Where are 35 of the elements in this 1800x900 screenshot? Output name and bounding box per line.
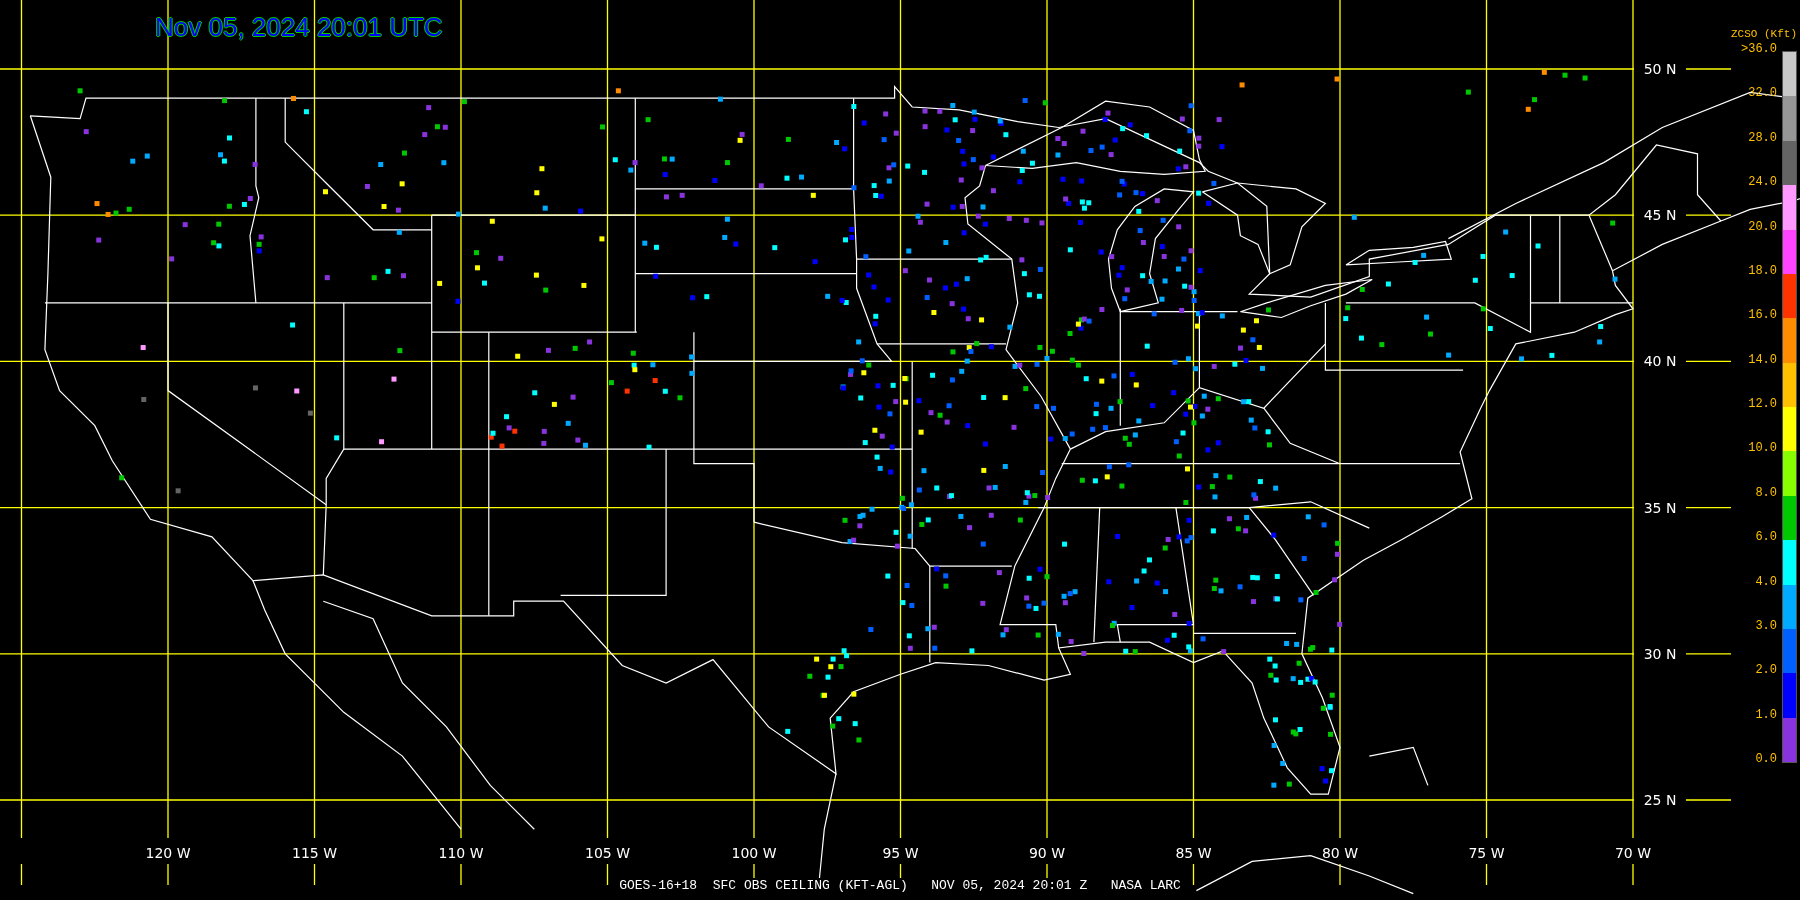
legend-value-label: 1.0 (1755, 707, 1777, 722)
legend-value-label: 16.0 (1748, 308, 1777, 323)
legend-value-label: 24.0 (1748, 175, 1777, 190)
latitude-label: 50 N (1643, 61, 1677, 77)
legend-value-label: 18.0 (1748, 263, 1777, 278)
legend-value-label: 12.0 (1748, 397, 1777, 411)
latitude-label: 25 N (1643, 792, 1677, 808)
latitude-label: 30 N (1643, 645, 1677, 662)
legend-value-label: 6.0 (1755, 530, 1777, 545)
longitude-label: 115 W (292, 845, 337, 861)
latitude-label: 40 N (1643, 353, 1677, 370)
latitude-label: 35 N (1643, 499, 1677, 516)
longitude-label: 95 W (882, 845, 919, 861)
legend-value-label: 0.0 (1755, 752, 1777, 766)
longitude-label: 105 W (585, 845, 630, 861)
legend-value-label: 3.0 (1755, 618, 1777, 633)
longitude-label: 110 W (438, 845, 484, 861)
legend-title: ZCSO (Kft) (1731, 27, 1797, 41)
longitude-label: 120 W (145, 845, 191, 861)
longitude-label: 90 W (1028, 845, 1066, 861)
legend-value-label: 4.0 (1755, 574, 1777, 589)
legend-value-label: 20.0 (1748, 219, 1777, 234)
longitude-label: 80 W (1321, 845, 1359, 861)
legend-value-label: 10.0 (1748, 441, 1777, 456)
longitude-label: 100 W (731, 845, 777, 861)
latitude-label: 45 N (1643, 207, 1677, 224)
product-caption: GOES-16+18 SFC OBS CEILING (KFT-AGL) NOV 05, 2024 20:01 Z NASA LARC (619, 878, 1181, 893)
longitude-label: 85 W (1175, 845, 1212, 861)
legend-value-label: 14.0 (1748, 352, 1777, 367)
longitude-label: 70 W (1614, 845, 1652, 861)
longitude-label: 75 W (1468, 845, 1505, 861)
legend-value-label: >36.0 (1741, 42, 1777, 56)
legend-value-label: 2.0 (1755, 663, 1777, 678)
legend-value-label: 8.0 (1755, 485, 1777, 500)
legend-value-label: 28.0 (1748, 130, 1777, 145)
